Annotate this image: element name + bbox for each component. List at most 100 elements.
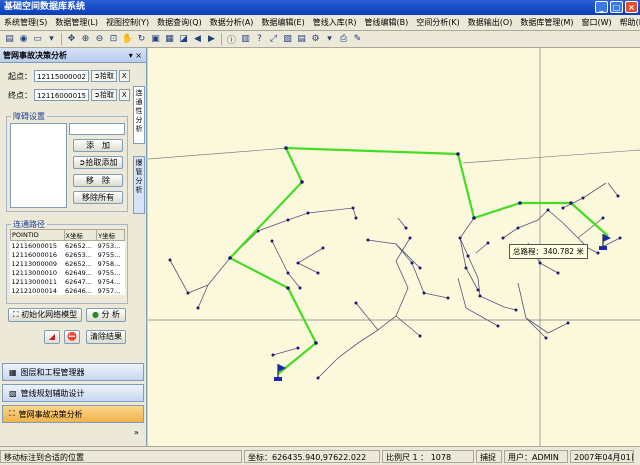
menu-data-analysis[interactable]: 数据分析(A)	[206, 17, 258, 28]
table-row[interactable]: 12113000011 62647... 9754...	[11, 277, 125, 286]
network-icon: ⛶	[9, 409, 15, 418]
distance-label[interactable]: 总路程：340.782 米	[509, 244, 588, 259]
panel-close-icon[interactable]: ×	[135, 51, 142, 60]
column-header[interactable]: Y坐标	[96, 229, 125, 241]
column-header[interactable]: POINTID	[10, 229, 65, 241]
table-row[interactable]: 12113000010 62649... 9755...	[11, 268, 125, 277]
title-bar: 基础空间数据库系统 _ □ ×	[0, 0, 640, 15]
eraser-icon: ◢	[48, 332, 56, 341]
dropdown-arrow-icon-2[interactable]: ▾	[323, 33, 336, 46]
pick-add-button[interactable]: ➲拾取添加	[73, 156, 123, 169]
table-icon[interactable]: ▤	[295, 33, 308, 46]
status-snap[interactable]: 捕捉	[476, 449, 502, 463]
nav-accident-analysis[interactable]: ⛶ 管网事故决策分析	[2, 405, 144, 423]
menu-pipe-import[interactable]: 管线入库(R)	[309, 17, 361, 28]
minimize-button[interactable]: _	[595, 1, 608, 13]
remove-button[interactable]: 移 除	[73, 174, 123, 187]
chart-icon[interactable]: ▧	[281, 33, 294, 46]
stop-icon: ⛔	[67, 332, 77, 341]
zoom-out-icon[interactable]: ⊖	[93, 33, 106, 46]
tab-burst-analysis[interactable]: 爆管分析	[133, 156, 145, 214]
menu-spatial-analysis[interactable]: 空间分析(K)	[412, 17, 464, 28]
menu-window[interactable]: 窗口(W)	[577, 17, 615, 28]
back-arrow-icon[interactable]: ◀	[191, 33, 204, 46]
measure-icon[interactable]: ▥	[239, 33, 252, 46]
eraser-icon[interactable]: ◪	[177, 33, 190, 46]
refresh-icon[interactable]: ↻	[135, 33, 148, 46]
settings-icon[interactable]: ⚙	[309, 33, 322, 46]
globe-icon[interactable]: ◉	[17, 33, 30, 46]
menu-database-manage[interactable]: 数据库管理(M)	[516, 17, 577, 28]
table-row[interactable]: 12113000009 62652... 9758...	[11, 259, 125, 268]
query-icon[interactable]: ?	[253, 33, 266, 46]
maximize-button[interactable]: □	[610, 1, 623, 13]
end-clear-button[interactable]: X	[118, 89, 130, 101]
info-icon[interactable]: ⓘ	[225, 33, 238, 46]
obstacle-list[interactable]	[10, 123, 67, 208]
select-icon[interactable]: ⤢	[267, 33, 280, 46]
network-icon: ⛶	[12, 310, 19, 319]
menu-view-control[interactable]: 视图控制(Y)	[102, 17, 153, 28]
menu-data-edit[interactable]: 数据编辑(E)	[257, 17, 308, 28]
layers-icon: ▦	[9, 367, 17, 377]
tab-connectivity[interactable]: 连通性分析	[133, 86, 145, 144]
path-table: POINTID X坐标 Y坐标 12116000015 62652... 9753.…	[10, 229, 125, 295]
window-icon[interactable]: ▭	[31, 33, 44, 46]
analyze-icon: ●	[91, 310, 99, 319]
menu-data-output[interactable]: 数据输出(O)	[464, 17, 517, 28]
network-nodes	[168, 194, 622, 380]
menu-data-query[interactable]: 数据查询(Q)	[153, 17, 206, 28]
close-button[interactable]: ×	[625, 1, 638, 13]
menu-bar: 系统管理(S) 数据管理(L) 视图控制(Y) 数据查询(Q) 数据分析(A) …	[0, 15, 640, 31]
table-row[interactable]: 12116000015 62652... 9753...	[11, 241, 125, 251]
menu-help[interactable]: 帮助(H)	[616, 17, 640, 28]
add-button[interactable]: 添 加	[73, 139, 123, 152]
start-clear-button[interactable]: X	[118, 70, 130, 82]
toolbar: ▤ ◉ ▭ ▾ ✥ ⊕ ⊖ ⊡ ✋ ↻ ▣ ▦ ◪ ◀ ▶ ⓘ ▥ ? ⤢ ▧ …	[0, 31, 640, 48]
edit-icon[interactable]: ✎	[351, 33, 364, 46]
nav-layer-manager[interactable]: ▦ 图层和工程管理器	[2, 363, 144, 381]
status-user: 用户：ADMIN	[504, 449, 568, 463]
pipe-network	[169, 182, 621, 379]
side-tabs: 连通性分析 爆管分析	[133, 64, 145, 215]
end-label: 终点：	[8, 90, 32, 100]
obstacle-title: 障碍设置	[11, 111, 47, 122]
start-label: 起点：	[8, 71, 32, 81]
start-field[interactable]: 12115000002	[34, 70, 89, 82]
clear-result-button[interactable]: 清除结果	[86, 330, 126, 344]
end-pick-button[interactable]: ➲拾取	[91, 89, 117, 101]
dropdown-arrow-icon[interactable]: ▾	[45, 33, 58, 46]
full-extent-icon[interactable]: ▣	[149, 33, 162, 46]
expand-chevron-icon[interactable]: »	[134, 428, 139, 437]
design-icon: ▧	[9, 388, 17, 398]
map-canvas[interactable]: 总路程：340.782 米	[148, 48, 640, 446]
obstacle-input[interactable]	[69, 123, 125, 135]
forward-arrow-icon[interactable]: ▶	[205, 33, 218, 46]
pin-icon[interactable]: ▾	[129, 51, 133, 60]
table-row[interactable]: 12116000016 62653... 9755...	[11, 250, 125, 259]
eraser-tool-button[interactable]: ◢	[44, 330, 60, 344]
status-bar: 移动标注到合适的位置 坐标：626435.940,97622.022 比例尺 1…	[0, 446, 640, 465]
zoom-window-icon[interactable]: ⊡	[107, 33, 120, 46]
end-field[interactable]: 12116000015	[34, 89, 89, 101]
remove-all-button[interactable]: 移除所有	[73, 191, 123, 204]
init-network-button[interactable]: ⛶ 初始化网络模型	[8, 308, 82, 322]
layers-icon[interactable]: ▤	[3, 33, 16, 46]
zoom-in-icon[interactable]: ⊕	[79, 33, 92, 46]
print-icon[interactable]: ⎙	[337, 33, 350, 46]
analyze-button[interactable]: ● 分 析	[86, 308, 126, 322]
status-scale: 比例尺 1 ： 1078	[382, 449, 474, 463]
stop-button[interactable]: ⛔	[64, 330, 80, 344]
menu-pipe-edit[interactable]: 管线编辑(B)	[361, 17, 413, 28]
hand-icon[interactable]: ✋	[121, 33, 134, 46]
table-row[interactable]: 12121000014 62646... 9757...	[11, 286, 125, 295]
column-header[interactable]: X坐标	[63, 229, 98, 241]
status-coordinate: 坐标：626435.940,97622.022	[244, 449, 380, 463]
menu-data-manage[interactable]: 数据管理(L)	[51, 17, 102, 28]
grid-icon[interactable]: ▦	[163, 33, 176, 46]
window-title: 基础空间数据库系统	[4, 2, 86, 12]
pan-icon[interactable]: ✥	[65, 33, 78, 46]
menu-system[interactable]: 系统管理(S)	[0, 17, 51, 28]
nav-pipe-planning[interactable]: ▧ 管线规划辅助设计	[2, 384, 144, 402]
start-pick-button[interactable]: ➲拾取	[91, 70, 117, 82]
